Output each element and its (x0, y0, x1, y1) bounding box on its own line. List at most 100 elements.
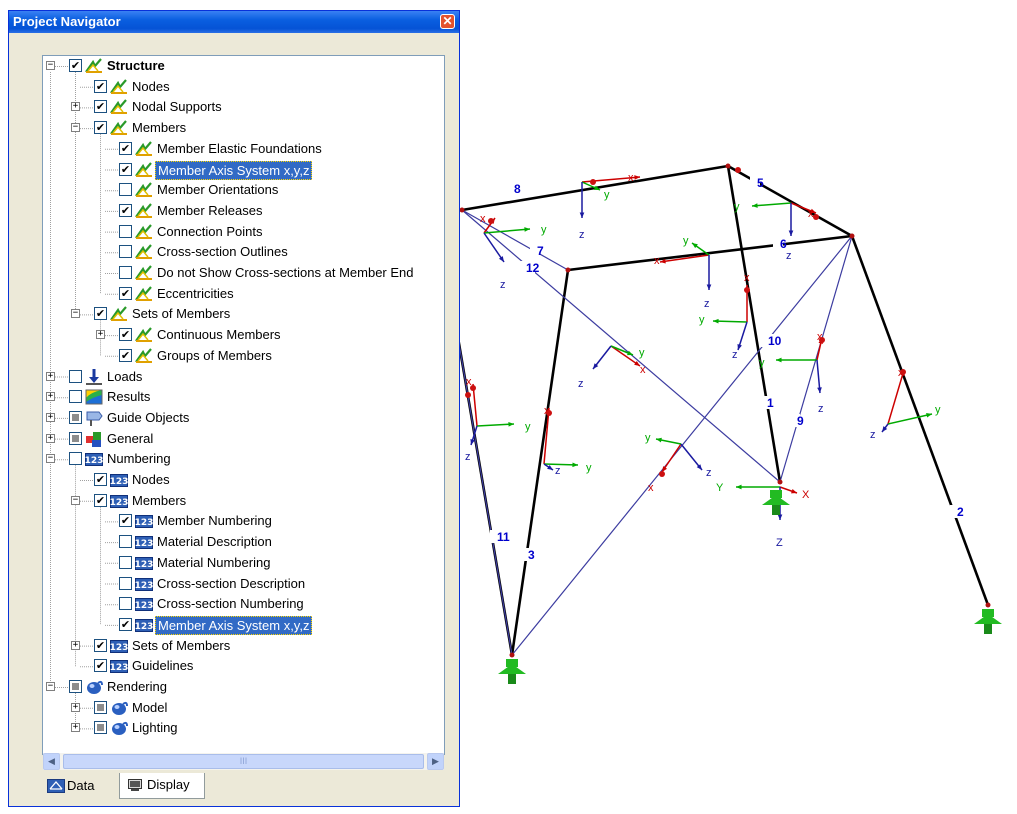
visibility-checkbox[interactable]: ✔ (119, 617, 132, 631)
visibility-checkbox[interactable] (119, 535, 132, 549)
scroll-thumb[interactable]: III (63, 754, 424, 769)
tree-item[interactable]: − 123 Numbering (43, 449, 444, 469)
visibility-checkbox[interactable]: ✔ (94, 493, 107, 507)
expand-icon[interactable]: + (96, 330, 105, 340)
visibility-checkbox[interactable]: ✔ (119, 286, 132, 300)
navigator-tree[interactable]: − ✔ Structure ✔ Nodes + ✔ Nodal Supports − ✔ Membe… (42, 55, 445, 755)
tree-item[interactable]: Connection Points (43, 222, 444, 242)
visibility-checkbox[interactable]: ✔ (119, 514, 132, 528)
tree-item[interactable]: + Lighting (43, 718, 444, 738)
visibility-checkbox[interactable] (69, 431, 82, 445)
expand-icon[interactable]: + (71, 640, 80, 650)
tree-item[interactable]: − ✔ Members (43, 118, 444, 138)
visibility-checkbox[interactable] (69, 452, 82, 466)
expand-icon[interactable]: + (46, 433, 55, 443)
nodal-support-icon (508, 674, 516, 684)
expand-icon[interactable]: + (71, 723, 80, 733)
horizontal-scrollbar[interactable]: ◀ III ▶ (43, 753, 444, 770)
tree-item[interactable]: 123 Material Description (43, 532, 444, 552)
tree-item[interactable]: Member Orientations (43, 180, 444, 200)
collapse-icon[interactable]: − (71, 495, 80, 505)
visibility-checkbox[interactable]: ✔ (94, 79, 107, 93)
visibility-checkbox[interactable]: ✔ (94, 473, 107, 486)
visibility-checkbox[interactable] (119, 576, 132, 590)
tree-item[interactable]: + General (43, 429, 444, 449)
model-3d-view[interactable]: 12356789101112xyzxyzxyzxyzxyzxyzxyzxyzxy… (460, 150, 1017, 690)
visibility-checkbox[interactable]: ✔ (119, 328, 132, 342)
scroll-right-button[interactable]: ▶ (427, 753, 444, 770)
tree-item[interactable]: ✔ Member Axis System x,y,z (43, 160, 444, 180)
visibility-checkbox[interactable] (69, 680, 82, 693)
member-line (567, 234, 853, 272)
tree-item-label: Guide Objects (107, 409, 190, 425)
local-y-axis-head (736, 484, 742, 490)
tree-item[interactable]: ✔ Nodes (43, 77, 444, 97)
collapse-icon[interactable]: − (46, 454, 55, 464)
expand-icon[interactable]: + (71, 702, 80, 712)
expand-icon[interactable]: + (46, 392, 55, 402)
visibility-checkbox[interactable]: ✔ (94, 307, 107, 321)
visibility-checkbox[interactable]: ✔ (94, 659, 107, 673)
tree-item[interactable]: − ✔ Structure (43, 56, 444, 76)
visibility-checkbox[interactable] (94, 721, 107, 735)
tree-item-label: Member Axis System x,y,z (155, 160, 313, 180)
tree-item[interactable]: ✔ 123 Member Axis System x,y,z (43, 615, 444, 635)
visibility-checkbox[interactable]: ✔ (69, 59, 82, 72)
close-button[interactable]: ✕ (440, 14, 455, 29)
visibility-checkbox[interactable]: ✔ (119, 203, 132, 217)
tree-item[interactable]: − ✔ Sets of Members (43, 304, 444, 324)
tree-item[interactable]: + Guide Objects (43, 408, 444, 428)
tree-item[interactable]: + ✔ Continuous Members (43, 325, 444, 345)
visibility-checkbox[interactable] (119, 245, 132, 259)
expand-icon[interactable]: + (46, 412, 55, 422)
visibility-checkbox[interactable]: ✔ (94, 121, 107, 135)
tree-item[interactable]: − Rendering (43, 677, 444, 697)
visibility-checkbox[interactable] (119, 183, 132, 197)
tree-item[interactable]: + Loads (43, 367, 444, 387)
tree-item[interactable]: + ✔ 123 Sets of Members (43, 636, 444, 656)
tree-item[interactable]: ✔ 123 Nodes (43, 470, 444, 490)
tree-item[interactable]: Do not Show Cross-sections at Member End (43, 263, 444, 283)
visibility-checkbox[interactable] (119, 224, 132, 238)
results-icon (85, 389, 103, 405)
tree-item[interactable]: Cross-section Outlines (43, 242, 444, 262)
tree-item[interactable]: ✔ Member Releases (43, 201, 444, 221)
visibility-checkbox[interactable] (69, 410, 82, 424)
collapse-icon[interactable]: − (46, 61, 55, 70)
visibility-checkbox[interactable]: ✔ (94, 100, 107, 114)
structure-icon (110, 78, 127, 94)
visibility-checkbox[interactable]: ✔ (119, 141, 132, 155)
tree-item[interactable]: + Model (43, 698, 444, 718)
tree-item[interactable]: ✔ 123 Member Numbering (43, 511, 444, 531)
expand-icon[interactable]: + (46, 371, 55, 381)
tree-item[interactable]: ✔ Eccentricities (43, 284, 444, 304)
scroll-left-button[interactable]: ◀ (43, 753, 60, 770)
tab-data[interactable]: Data (45, 775, 117, 797)
tab-display[interactable]: Display (119, 773, 205, 799)
tree-item[interactable]: + Results (43, 387, 444, 407)
visibility-checkbox[interactable]: ✔ (119, 162, 132, 176)
member-number: 6 (780, 237, 787, 251)
title-bar[interactable]: Project Navigator ✕ (9, 11, 459, 33)
visibility-checkbox[interactable] (119, 597, 132, 611)
tree-item[interactable]: 123 Cross-section Description (43, 574, 444, 594)
expand-icon[interactable]: + (71, 102, 80, 112)
structure-icon (135, 182, 152, 198)
visibility-checkbox[interactable] (69, 390, 82, 404)
visibility-checkbox[interactable]: ✔ (94, 638, 107, 652)
tree-item[interactable]: − ✔ 123 Members (43, 491, 444, 511)
tree-item[interactable]: 123 Material Numbering (43, 553, 444, 573)
visibility-checkbox[interactable]: ✔ (119, 348, 132, 362)
collapse-icon[interactable]: − (46, 682, 55, 691)
visibility-checkbox[interactable] (119, 266, 132, 279)
tree-item[interactable]: ✔ Groups of Members (43, 346, 444, 366)
tree-item[interactable]: 123 Cross-section Numbering (43, 594, 444, 614)
tree-item[interactable]: + ✔ Nodal Supports (43, 97, 444, 117)
tree-item[interactable]: ✔ 123 Guidelines (43, 656, 444, 676)
collapse-icon[interactable]: − (71, 309, 80, 319)
visibility-checkbox[interactable] (119, 555, 132, 569)
visibility-checkbox[interactable] (94, 700, 107, 714)
tree-item[interactable]: ✔ Member Elastic Foundations (43, 139, 444, 159)
visibility-checkbox[interactable] (69, 369, 82, 383)
collapse-icon[interactable]: − (71, 123, 80, 133)
